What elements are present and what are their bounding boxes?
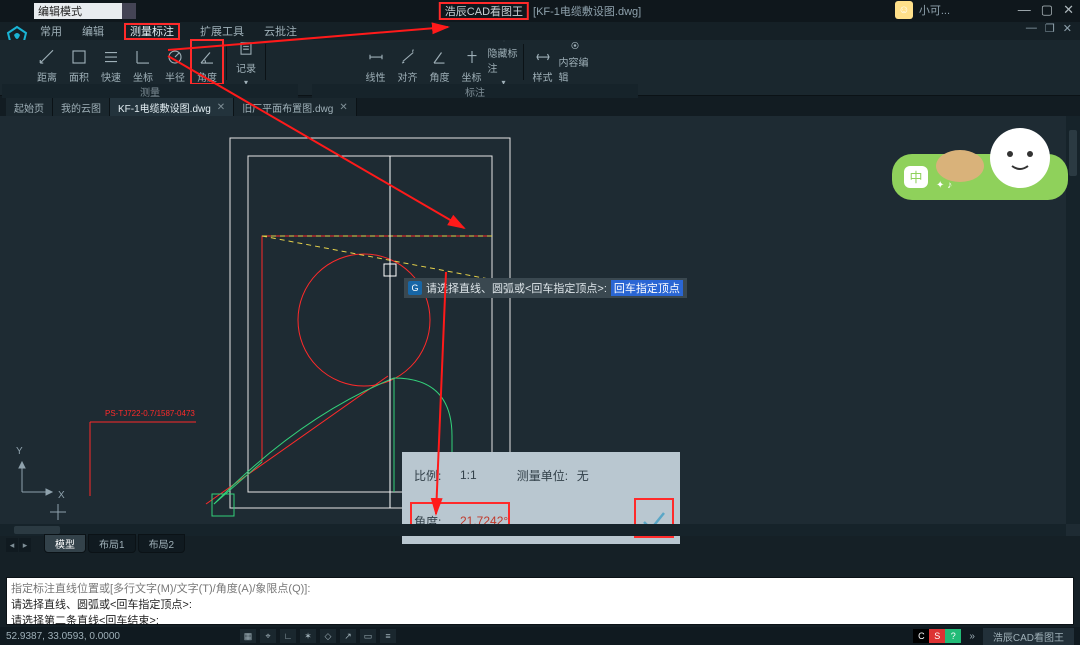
close-icon[interactable]: ✕ bbox=[217, 102, 225, 113]
ratio-value: 1:1 bbox=[460, 468, 477, 482]
command-history[interactable]: 指定标注直线位置或[多行文字(M)/文字(T)/角度(A)/象限点(Q)]: 请… bbox=[6, 577, 1074, 625]
tool-area[interactable]: 面积 bbox=[63, 40, 95, 84]
q-icon[interactable]: ? bbox=[945, 629, 961, 643]
toggle-grid-icon[interactable]: ▦ bbox=[240, 629, 256, 643]
toggle-track-icon[interactable]: ↗ bbox=[340, 629, 356, 643]
svg-text:✦ ♪: ✦ ♪ bbox=[936, 180, 952, 191]
toggle-lwt-icon[interactable]: ≡ bbox=[380, 629, 396, 643]
group-label-dim: 标注 bbox=[312, 84, 638, 98]
tool-coord[interactable]: 坐标 bbox=[127, 40, 159, 84]
dim-linear[interactable]: 线性 bbox=[360, 40, 392, 84]
ratio-label: 比例: bbox=[414, 467, 460, 484]
tool-angle[interactable]: 角度 bbox=[191, 40, 223, 84]
tool-distance[interactable]: 距离 bbox=[31, 40, 63, 84]
c-icon[interactable]: C bbox=[913, 629, 929, 643]
dim-edit[interactable]: 内容编辑 bbox=[559, 40, 591, 84]
dim-aligned[interactable]: 对齐 bbox=[392, 40, 424, 84]
status-toggles: ▦ ⌖ ∟ ✶ ◇ ↗ ▭ ≡ bbox=[240, 629, 396, 643]
mode-dropdown-icon[interactable] bbox=[122, 3, 136, 19]
cmd-line: 请选择第二条直线<回车结束>: bbox=[11, 612, 1069, 625]
cmd-line: 指定标注直线位置或[多行文字(M)/文字(T)/角度(A)/象限点(Q)]: bbox=[11, 580, 1069, 596]
tab-model[interactable]: 模型 bbox=[44, 534, 86, 553]
close-icon[interactable]: ✕ bbox=[339, 102, 347, 113]
prompt-highlight[interactable]: 回车指定顶点 bbox=[611, 280, 683, 296]
svg-text:X: X bbox=[58, 490, 65, 501]
avatar-icon: ☺ bbox=[895, 1, 913, 19]
window-title: 浩辰CAD看图王 [KF-1电缆敷设图.dwg] bbox=[439, 0, 641, 22]
subwin-restore-icon[interactable]: ❐ bbox=[1045, 22, 1055, 35]
mascot-sticker: 中 ✦ ♪ bbox=[890, 122, 1070, 202]
dim-style[interactable]: 样式 bbox=[527, 40, 559, 84]
menu-cloud-annot[interactable]: 云批注 bbox=[264, 23, 297, 39]
status-expand-icon[interactable]: » bbox=[969, 631, 975, 642]
tab-layout2[interactable]: 布局2 bbox=[138, 534, 186, 553]
app-glyph-icon: G bbox=[408, 281, 422, 295]
dim-hide[interactable]: 隐藏标注▾ bbox=[488, 40, 520, 84]
user-name: 小可... bbox=[919, 2, 950, 18]
prompt-text: 请选择直线、圆弧或<回车指定顶点>: bbox=[426, 280, 607, 296]
tab-file-2[interactable]: 旧厂平面布置图.dwg✕ bbox=[234, 98, 357, 116]
dim-coord[interactable]: 坐标 bbox=[456, 40, 488, 84]
dynamic-input-prompt: G 请选择直线、圆弧或<回车指定顶点>: 回车指定顶点 bbox=[404, 278, 687, 298]
s-icon[interactable]: S bbox=[929, 629, 945, 643]
toggle-polar-icon[interactable]: ✶ bbox=[300, 629, 316, 643]
dim-angle[interactable]: 角度 bbox=[424, 40, 456, 84]
subwin-close-icon[interactable]: ✕ bbox=[1063, 22, 1072, 35]
ribbon: 距离 面积 快速 坐标 半径 角度 记录▾ 测量 线性 对齐 角度 坐标 隐藏标… bbox=[0, 40, 1080, 96]
model-layout-tabs: 模型 布局1 布局2 bbox=[44, 534, 185, 553]
toggle-ortho-icon[interactable]: ∟ bbox=[280, 629, 296, 643]
drawing-note: PS-TJ722-0.7/1587-0473 bbox=[105, 409, 195, 418]
close-button[interactable]: ✕ bbox=[1063, 2, 1074, 18]
cmd-line: 请选择直线、圆弧或<回车指定顶点>: bbox=[11, 596, 1069, 612]
tool-quick[interactable]: 快速 bbox=[95, 40, 127, 84]
svg-text:中: 中 bbox=[909, 170, 922, 185]
toggle-dyn-icon[interactable]: ▭ bbox=[360, 629, 376, 643]
tab-file-1[interactable]: KF-1电缆敷设图.dwg✕ bbox=[110, 98, 234, 116]
user-badge[interactable]: ☺ 小可... bbox=[895, 1, 950, 19]
product-name: 浩辰CAD看图王 bbox=[439, 2, 529, 20]
tool-record[interactable]: 记录▾ bbox=[230, 40, 262, 84]
menu-common[interactable]: 常用 bbox=[40, 23, 62, 39]
group-label-measure: 测量 bbox=[2, 84, 298, 98]
model-tab-nav[interactable]: ◂▸ bbox=[6, 538, 31, 552]
current-file: [KF-1电缆敷设图.dwg] bbox=[533, 3, 641, 19]
svg-text:Y: Y bbox=[16, 446, 23, 457]
maximize-button[interactable]: ▢ bbox=[1041, 2, 1053, 18]
status-browser-icons: C S ? bbox=[913, 629, 961, 643]
tab-cloud[interactable]: 我的云图 bbox=[53, 98, 110, 116]
unit-value: 无 bbox=[577, 467, 589, 484]
window-controls: — ▢ ✕ bbox=[1018, 2, 1074, 18]
menu-measure-dim[interactable]: 测量标注 bbox=[124, 23, 180, 40]
file-tab-bar: 起始页 我的云图 KF-1电缆敷设图.dwg✕ 旧厂平面布置图.dwg✕ bbox=[0, 96, 1080, 116]
subwin-minimize-icon[interactable]: — bbox=[1026, 22, 1037, 35]
tab-start[interactable]: 起始页 bbox=[6, 98, 53, 116]
unit-label: 测量单位: bbox=[517, 467, 577, 484]
mode-combo[interactable]: 编辑模式 bbox=[34, 3, 122, 19]
toggle-snap-icon[interactable]: ⌖ bbox=[260, 629, 276, 643]
ribbon-group-measure: 距离 面积 快速 坐标 半径 角度 记录▾ 测量 bbox=[0, 40, 300, 95]
cursor-coords: 52.9387, 33.0593, 0.0000 bbox=[6, 631, 120, 642]
title-bar: 编辑模式 浩辰CAD看图王 [KF-1电缆敷设图.dwg] ☺ 小可... — … bbox=[0, 0, 1080, 22]
status-bar: 52.9387, 33.0593, 0.0000 ▦ ⌖ ∟ ✶ ◇ ↗ ▭ ≡… bbox=[0, 627, 1080, 645]
ribbon-group-dim: 线性 对齐 角度 坐标 隐藏标注▾ 样式 内容编辑 标注 bbox=[310, 40, 640, 95]
menu-ext-tools[interactable]: 扩展工具 bbox=[200, 23, 244, 39]
tool-radius[interactable]: 半径 bbox=[159, 40, 191, 84]
toggle-osnap-icon[interactable]: ◇ bbox=[320, 629, 336, 643]
tab-layout1[interactable]: 布局1 bbox=[88, 534, 136, 553]
menu-bar: 常用 编辑 测量标注 扩展工具 云批注 — ❐ ✕ bbox=[0, 22, 1080, 40]
status-brand: 浩辰CAD看图王 bbox=[983, 628, 1074, 645]
menu-edit[interactable]: 编辑 bbox=[82, 23, 104, 39]
minimize-button[interactable]: — bbox=[1018, 2, 1031, 18]
